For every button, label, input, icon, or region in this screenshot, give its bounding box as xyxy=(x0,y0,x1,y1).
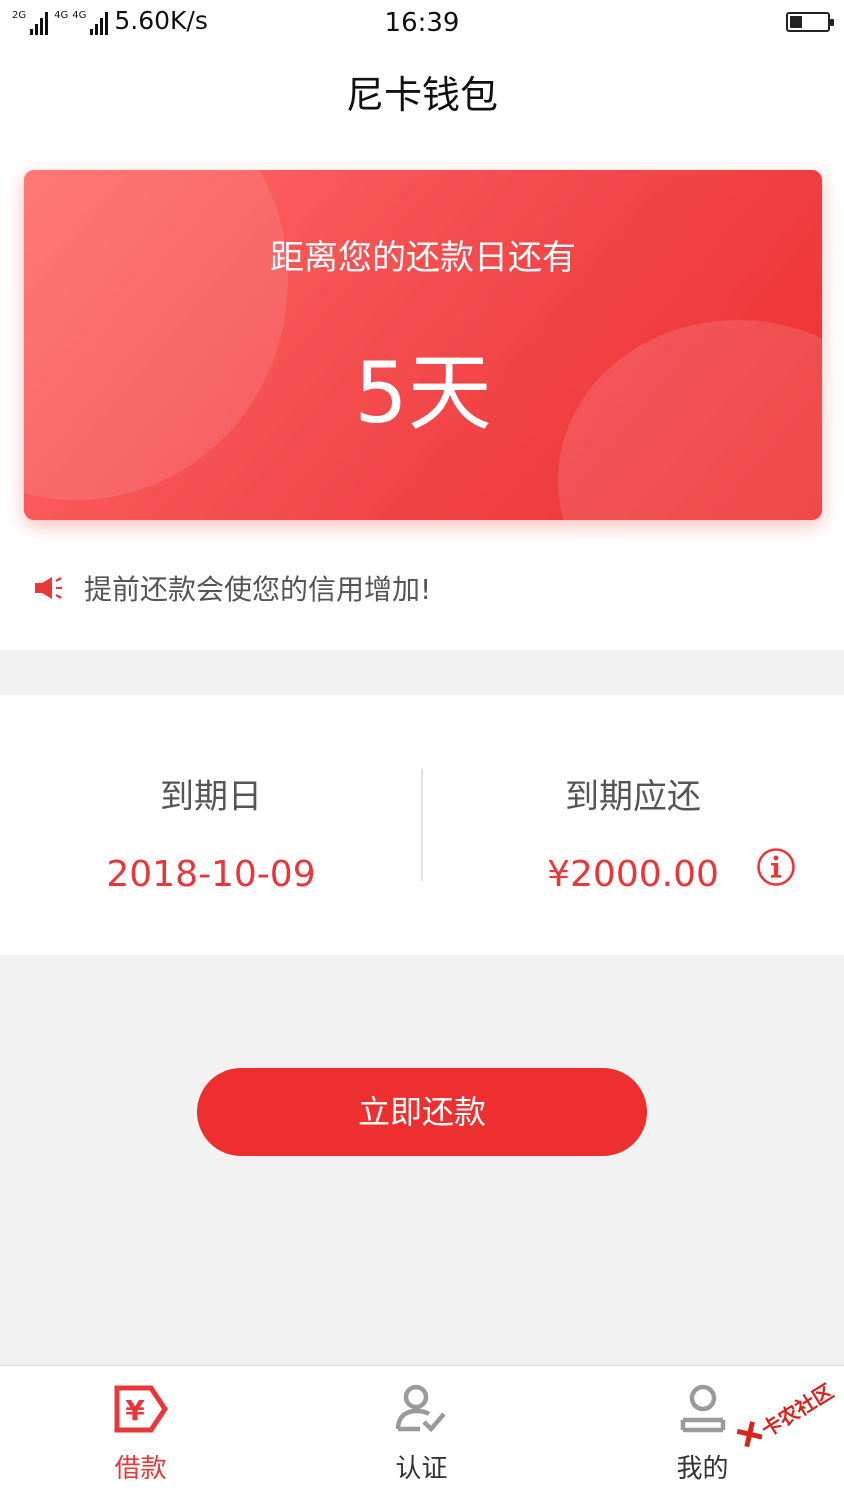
megaphone-icon xyxy=(35,577,62,599)
profile-icon xyxy=(680,1384,725,1433)
nav-bar: 尼卡钱包 xyxy=(0,46,844,136)
notice-bar: 提前还款会使您的信用增加! xyxy=(34,568,431,608)
battery-icon xyxy=(786,12,834,32)
countdown-days: 5天 xyxy=(354,344,492,442)
info-icon[interactable] xyxy=(756,847,796,887)
tab-verify[interactable]: 认证 xyxy=(281,1366,562,1500)
status-time: 16:39 xyxy=(384,8,460,38)
notice-text: 提前还款会使您的信用增加! xyxy=(84,573,432,606)
svg-text:¥: ¥ xyxy=(125,1394,145,1427)
repay-now-button[interactable]: 立即还款 xyxy=(197,1068,647,1156)
repayment-info-panel: 到期日 2018-10-09 到期应还 ¥2000.00 xyxy=(0,695,844,955)
page-title: 尼卡钱包 xyxy=(345,73,498,117)
bottom-tab-bar: ¥ 借款 认证 我的 xyxy=(0,1365,844,1500)
countdown-card: 距离您的还款日还有 5天 xyxy=(24,170,822,520)
countdown-label: 距离您的还款日还有 xyxy=(270,238,576,278)
countdown-section: 距离您的还款日还有 5天 提前还款会使您的信用增加! xyxy=(0,136,844,650)
due-date-label: 到期日 xyxy=(160,777,262,817)
tab-loan-label: 借款 xyxy=(114,1454,167,1484)
tab-loan[interactable]: ¥ 借款 xyxy=(0,1366,281,1500)
due-date-value: 2018-10-09 xyxy=(106,854,316,895)
status-bar: 2G 4G 4G 5.60K/s 16:39 xyxy=(0,0,844,46)
tab-verify-label: 认证 xyxy=(395,1454,448,1484)
due-date-block: 到期日 2018-10-09 xyxy=(0,769,422,895)
tab-profile-label: 我的 xyxy=(676,1454,729,1484)
amount-due-label: 到期应还 xyxy=(565,777,701,817)
verify-user-icon xyxy=(395,1384,446,1433)
loan-icon: ¥ xyxy=(114,1385,168,1433)
